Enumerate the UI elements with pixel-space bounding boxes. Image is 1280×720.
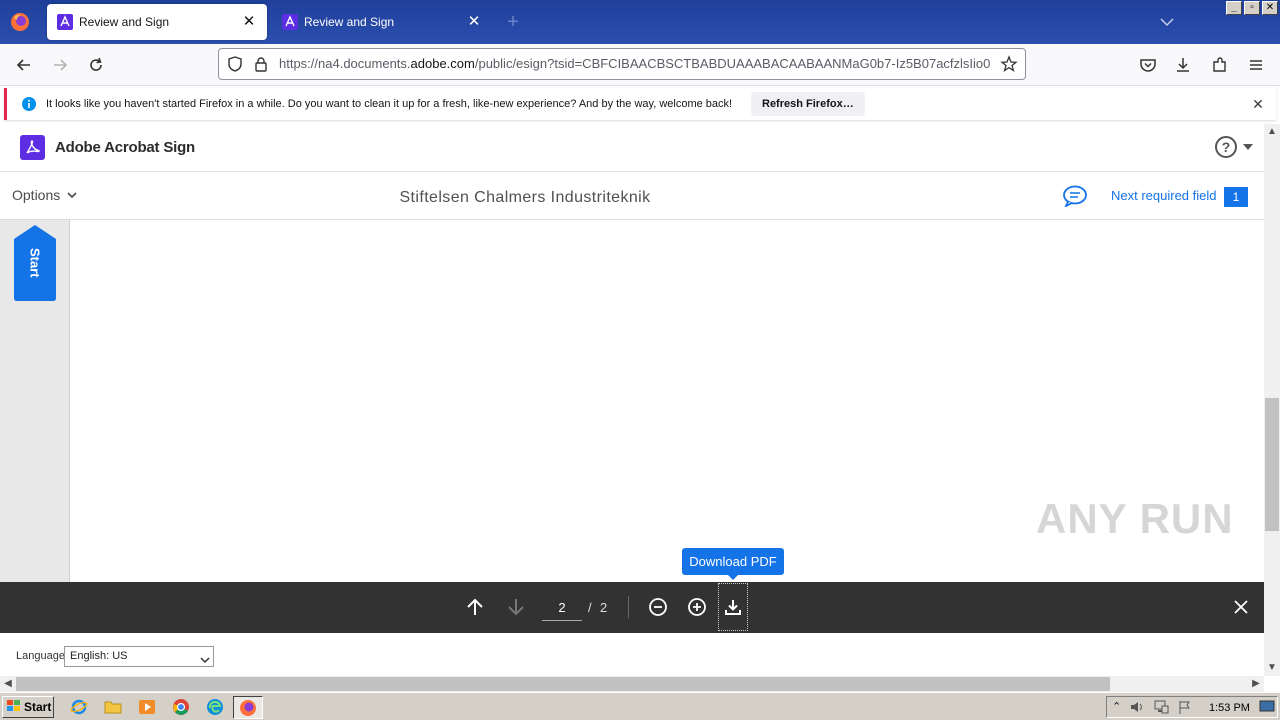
watermark-text: ANY RUN — [1036, 495, 1234, 542]
shield-icon[interactable] — [227, 56, 243, 75]
adobe-acrobat-logo-icon — [20, 135, 45, 160]
url-text[interactable]: https://na4.documents.adobe.com/public/e… — [279, 49, 991, 79]
page-number-input[interactable]: 2 — [542, 595, 582, 621]
page-content: Adobe Acrobat Sign ? Options Stiftelsen … — [0, 124, 1264, 676]
url-prefix: https://na4.documents. — [279, 56, 411, 71]
url-bar[interactable]: https://na4.documents.adobe.com/public/e… — [218, 48, 1026, 80]
horizontal-scroll-thumb[interactable] — [16, 677, 1110, 691]
firefox-icon — [240, 699, 256, 716]
page-separator: / — [588, 600, 592, 615]
media-player-icon[interactable] — [137, 697, 157, 717]
edge-icon[interactable] — [205, 697, 225, 717]
language-label: Language — [16, 650, 65, 662]
scroll-down-icon[interactable]: ▼ — [1264, 660, 1280, 676]
arrow-up-icon[interactable] — [463, 595, 487, 619]
chevron-down-icon[interactable] — [1158, 14, 1176, 30]
download-pdf-tooltip: Download PDF — [682, 548, 784, 575]
taskbar-clock: 1:53 PM — [1209, 702, 1250, 714]
extensions-icon[interactable] — [1208, 53, 1232, 77]
volume-icon[interactable] — [1129, 699, 1145, 718]
start-button[interactable]: Start — [2, 696, 54, 718]
refresh-firefox-button[interactable]: Refresh Firefox… — [751, 92, 865, 116]
back-icon[interactable] — [12, 53, 36, 77]
windows-taskbar: Start ⌃ 1:53 PM — [0, 692, 1280, 720]
show-desktop-icon[interactable] — [1259, 700, 1275, 717]
close-tab-icon[interactable]: ✕ — [466, 14, 482, 30]
zoom-out-icon[interactable] — [646, 595, 670, 619]
refresh-firefox-notification: It looks like you haven't started Firefo… — [4, 88, 1276, 120]
next-required-field-count[interactable]: 1 — [1224, 187, 1248, 207]
adobe-sign-icon — [282, 14, 298, 30]
firefox-taskbar-button[interactable] — [233, 696, 263, 719]
url-path: /public/esign?tsid=CBFCIBAACBSCTBABDUAAA… — [474, 56, 991, 71]
help-icon[interactable]: ? — [1215, 136, 1237, 158]
minimize-icon[interactable]: _ — [1226, 1, 1242, 15]
tab-strip: Review and Sign ✕ Review and Sign ✕ + _ … — [0, 0, 1280, 44]
window-controls: _ ▫ ✕ — [1226, 1, 1278, 15]
file-explorer-icon[interactable] — [103, 697, 123, 717]
downloads-icon[interactable] — [1171, 53, 1195, 77]
close-tab-icon[interactable]: ✕ — [241, 14, 257, 30]
document-title: Stiftelsen Chalmers Industriteknik — [399, 189, 651, 206]
pdf-toolbar: 2 / 2 — [0, 582, 1264, 633]
chrome-icon[interactable] — [171, 697, 191, 717]
close-window-icon[interactable]: ✕ — [1262, 1, 1278, 15]
app-title: Adobe Acrobat Sign — [55, 139, 196, 156]
restore-icon[interactable]: ▫ — [1244, 1, 1260, 15]
vertical-scroll-thumb[interactable] — [1265, 398, 1279, 531]
close-icon[interactable]: ✕ — [1250, 96, 1266, 112]
internet-explorer-icon[interactable] — [69, 697, 89, 717]
info-icon — [21, 96, 37, 115]
arrow-down-icon[interactable] — [504, 595, 528, 619]
tab-title: Review and Sign — [79, 15, 170, 29]
language-value: English: US — [70, 650, 128, 662]
scroll-up-icon[interactable]: ▲ — [1264, 124, 1280, 140]
star-bookmark-icon[interactable] — [1000, 55, 1018, 76]
tooltip-arrow — [728, 575, 738, 580]
anyrun-watermark: ANY RUN — [1036, 484, 1236, 554]
scroll-left-icon[interactable]: ◀ — [0, 676, 16, 692]
start-label: Start — [24, 700, 52, 714]
comment-icon[interactable] — [1062, 185, 1088, 209]
page-total: 2 — [600, 600, 608, 615]
reload-icon[interactable] — [84, 53, 108, 77]
network-icon[interactable] — [1153, 699, 1169, 718]
windows-logo-icon — [6, 699, 22, 716]
new-tab-icon[interactable]: + — [503, 12, 523, 32]
start-label: Start — [27, 248, 43, 278]
zoom-in-icon[interactable] — [685, 595, 709, 619]
close-toolbar-icon[interactable] — [1229, 595, 1253, 619]
chevron-down-icon — [200, 652, 210, 664]
page-footer: Language English: US — [0, 633, 1264, 676]
start-signing-button[interactable]: Start — [14, 225, 56, 301]
firefox-logo-icon[interactable] — [0, 0, 40, 44]
toolbar-divider — [628, 596, 629, 618]
scroll-right-icon[interactable]: ▶ — [1248, 676, 1264, 692]
navigation-toolbar: https://na4.documents.adobe.com/public/e… — [0, 44, 1280, 86]
download-pdf-button[interactable] — [718, 583, 748, 631]
caret-down-icon[interactable] — [1243, 144, 1253, 150]
tab-review-and-sign[interactable]: Review and Sign ✕ — [272, 4, 492, 40]
download-icon — [725, 600, 741, 615]
next-required-field-link[interactable]: Next required field — [1111, 188, 1217, 203]
adobe-sign-icon — [57, 14, 73, 30]
pocket-icon[interactable] — [1136, 53, 1160, 77]
tab-review-and-sign-active[interactable]: Review and Sign ✕ — [47, 4, 267, 40]
url-host: adobe.com — [410, 56, 475, 71]
forward-icon[interactable] — [48, 53, 72, 77]
language-select[interactable]: English: US — [64, 646, 214, 667]
lock-icon[interactable] — [254, 56, 268, 75]
tab-title: Review and Sign — [304, 15, 395, 29]
document-toolbar: Options Stiftelsen Chalmers Industritekn… — [0, 172, 1264, 220]
notification-message: It looks like you haven't started Firefo… — [46, 98, 733, 110]
app-header: Adobe Acrobat Sign ? — [0, 124, 1264, 172]
hamburger-menu-icon[interactable] — [1244, 53, 1268, 77]
flag-icon[interactable] — [1177, 699, 1193, 718]
show-hidden-icons-icon[interactable]: ⌃ — [1112, 700, 1121, 713]
system-tray: ⌃ — [1106, 696, 1278, 718]
